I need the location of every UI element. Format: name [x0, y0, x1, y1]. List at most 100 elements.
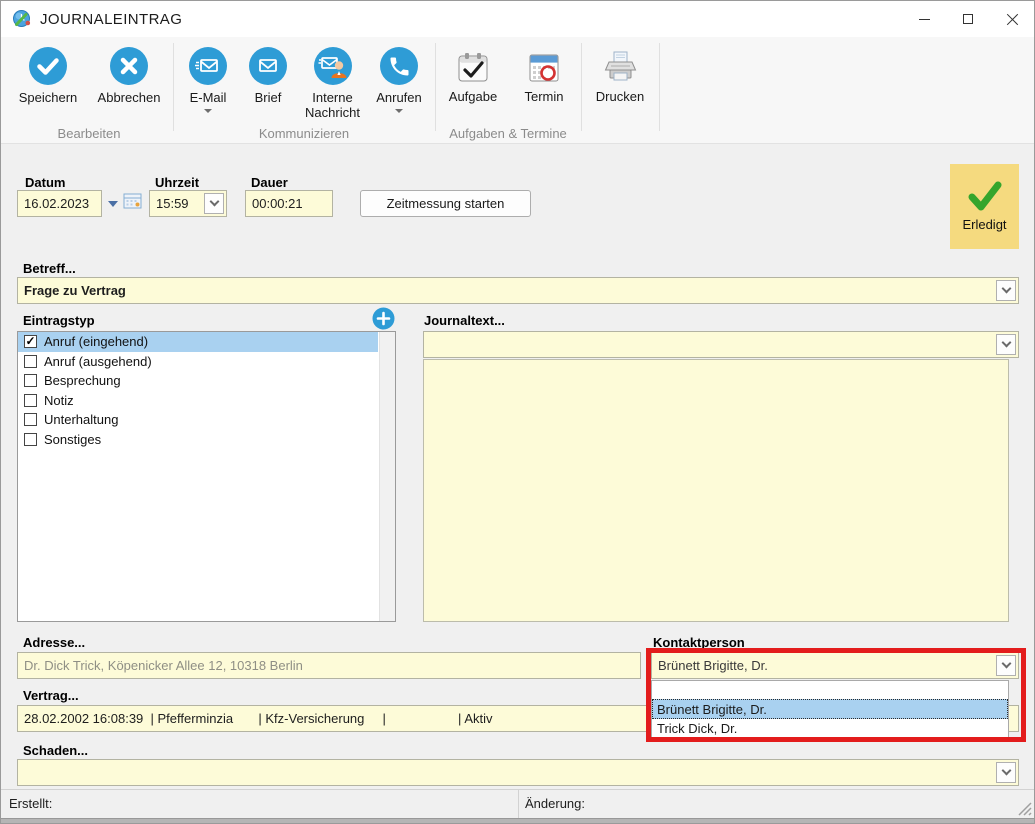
anrufen-label: Anrufen — [369, 90, 429, 105]
checkbox-icon[interactable] — [24, 394, 37, 407]
abbrechen-button[interactable]: Abbrechen — [87, 45, 171, 105]
vertrag-value: 28.02.2002 16:08:39 | Pfefferminzia | Kf… — [24, 711, 493, 726]
app-icon — [12, 9, 32, 29]
speichern-button[interactable]: Speichern — [11, 45, 85, 105]
toolbar-separator — [173, 43, 174, 131]
journaltext-dropdown-button[interactable] — [996, 334, 1016, 355]
kontaktperson-dropdown-list: Brünett Brigitte, Dr. Trick Dick, Dr. — [651, 680, 1009, 738]
checkbox-checked-icon[interactable] — [24, 335, 37, 348]
group-label-bearbeiten: Bearbeiten — [11, 126, 167, 141]
window-controls — [902, 1, 1034, 37]
dauer-value: 00:00:21 — [252, 196, 303, 211]
aufgabe-button[interactable]: Aufgabe — [442, 45, 504, 104]
minimize-icon — [919, 19, 930, 20]
erledigt-button[interactable]: Erledigt — [950, 164, 1019, 249]
checkbox-icon[interactable] — [24, 374, 37, 387]
kontaktperson-option[interactable]: Trick Dick, Dr. — [652, 719, 1008, 738]
eintragstyp-item-label: Besprechung — [44, 373, 121, 388]
betreff-dropdown-button[interactable] — [996, 280, 1016, 301]
eintragstyp-item-label: Unterhaltung — [44, 412, 118, 427]
brief-button[interactable]: Brief — [243, 45, 293, 105]
checkbox-icon[interactable] — [24, 355, 37, 368]
erledigt-label: Erledigt — [962, 217, 1006, 232]
listbox-scrollbar[interactable] — [379, 332, 395, 621]
checkbox-icon[interactable] — [24, 413, 37, 426]
status-bar: Erstellt: Änderung: — [1, 789, 1034, 818]
schaden-label: Schaden... — [23, 743, 88, 758]
eintragstyp-listbox: Anruf (eingehend) Anruf (ausgehend) Besp… — [17, 331, 396, 622]
resize-grip-icon[interactable] — [1016, 800, 1033, 817]
kontaktperson-option[interactable] — [652, 681, 1008, 699]
email-label: E-Mail — [178, 90, 238, 105]
cancel-x-icon — [110, 47, 148, 85]
adresse-value: Dr. Dick Trick, Köpenicker Allee 12, 103… — [24, 658, 303, 673]
journaltext-textarea[interactable] — [423, 359, 1009, 622]
termin-button[interactable]: Termin — [516, 45, 572, 104]
eintragstyp-label: Eintragstyp — [23, 313, 95, 328]
dauer-field[interactable]: 00:00:21 — [245, 190, 333, 217]
journaltext-label: Journaltext... — [424, 313, 505, 328]
kontaktperson-option-highlighted[interactable]: Brünett Brigitte, Dr. — [652, 699, 1008, 719]
task-calendar-icon — [455, 49, 491, 85]
uhrzeit-dropdown-button[interactable] — [204, 193, 224, 214]
chevron-down-icon — [1001, 766, 1011, 776]
betreff-combobox[interactable]: Frage zu Vertrag — [17, 277, 1019, 304]
eintragstyp-item[interactable]: Anruf (eingehend) — [18, 332, 378, 352]
erstellt-status: Erstellt: — [9, 796, 52, 811]
date-dropdown-arrow-icon[interactable] — [108, 201, 118, 207]
datum-label: Datum — [25, 175, 65, 190]
close-button[interactable] — [990, 1, 1034, 37]
group-label-kommunizieren: Kommunizieren — [184, 126, 424, 141]
date-picker-calendar-icon[interactable] — [123, 192, 143, 210]
chevron-down-icon — [1001, 338, 1011, 348]
schaden-dropdown-button[interactable] — [996, 762, 1016, 783]
email-button[interactable]: E-Mail — [178, 45, 238, 113]
kontaktperson-combobox[interactable]: Brünett Brigitte, Dr. — [651, 652, 1019, 679]
toolbar: Speichern Abbrechen E-Mail — [1, 37, 1034, 144]
aenderung-status: Änderung: — [525, 796, 585, 811]
eintragstyp-item[interactable]: Besprechung — [18, 371, 378, 391]
title-bar: JOURNALEINTRAG — [1, 1, 1034, 37]
eintragstyp-item-label: Notiz — [44, 393, 74, 408]
window-title: JOURNALEINTRAG — [40, 11, 182, 28]
add-eintragstyp-button[interactable] — [372, 307, 395, 330]
betreff-label: Betreff... — [23, 261, 76, 276]
eintragstyp-item-label: Sonstiges — [44, 432, 101, 447]
drucken-button[interactable]: Drucken — [587, 45, 653, 104]
eintragstyp-item[interactable]: Notiz — [18, 391, 378, 411]
minimize-button[interactable] — [902, 1, 946, 37]
eintragstyp-item[interactable]: Sonstiges — [18, 430, 378, 450]
checkbox-icon[interactable] — [24, 433, 37, 446]
kontaktperson-dropdown-button[interactable] — [996, 655, 1016, 676]
adresse-field[interactable]: Dr. Dick Trick, Köpenicker Allee 12, 103… — [17, 652, 641, 679]
schaden-combobox[interactable] — [17, 759, 1019, 786]
group-label-aufgaben-termine: Aufgaben & Termine — [438, 126, 578, 141]
termin-label: Termin — [516, 89, 572, 104]
uhrzeit-value: 15:59 — [156, 196, 189, 211]
anrufen-button[interactable]: Anrufen — [369, 45, 429, 113]
adresse-label: Adresse... — [23, 635, 85, 650]
email-icon — [189, 47, 227, 85]
datum-field[interactable]: 16.02.2023 — [17, 190, 102, 217]
phone-icon — [380, 47, 418, 85]
erledigt-check-icon — [965, 181, 1005, 213]
zeitmessung-starten-button[interactable]: Zeitmessung starten — [360, 190, 531, 217]
letter-icon — [249, 47, 287, 85]
statusbar-divider — [518, 790, 519, 818]
dropdown-arrow-icon — [204, 109, 212, 113]
eintragstyp-item-label: Anruf (eingehend) — [44, 334, 148, 349]
journaleintrag-window: JOURNALEINTRAG Speichern Abbrechen — [0, 0, 1035, 824]
journaltext-combobox[interactable] — [423, 331, 1019, 358]
eintragstyp-item[interactable]: Anruf (ausgehend) — [18, 352, 378, 372]
printer-icon — [601, 49, 639, 85]
chevron-down-icon — [1001, 284, 1011, 294]
drucken-label: Drucken — [587, 89, 653, 104]
maximize-button[interactable] — [946, 1, 990, 37]
aufgabe-label: Aufgabe — [442, 89, 504, 104]
betreff-value: Frage zu Vertrag — [24, 283, 126, 298]
interne-nachricht-button[interactable]: Interne Nachricht — [296, 45, 369, 120]
kontaktperson-label: Kontaktperson — [653, 635, 745, 650]
toolbar-separator — [435, 43, 436, 131]
uhrzeit-combobox[interactable]: 15:59 — [149, 190, 227, 217]
eintragstyp-item[interactable]: Unterhaltung — [18, 410, 378, 430]
